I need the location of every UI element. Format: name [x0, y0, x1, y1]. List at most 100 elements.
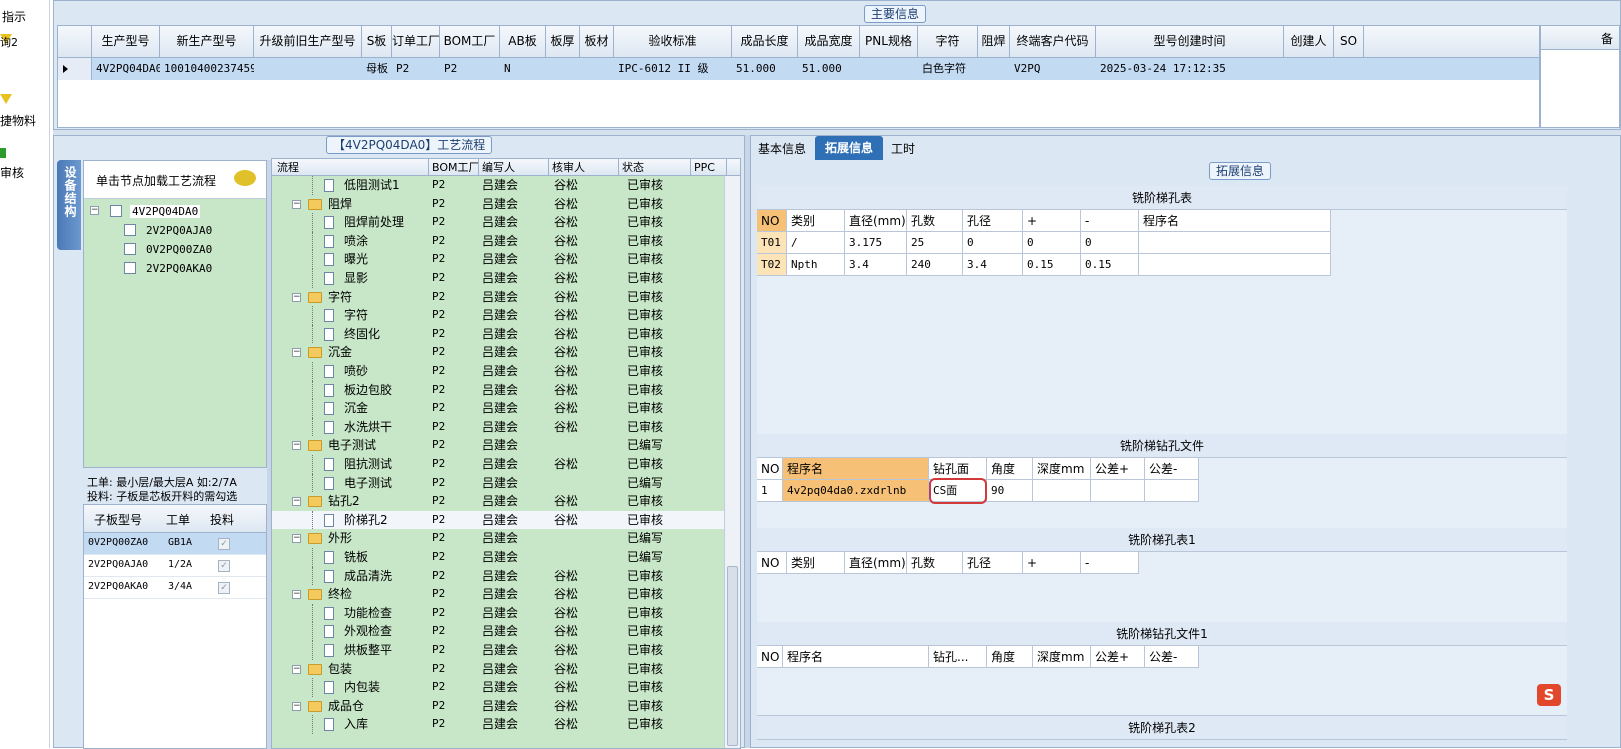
flow-column-header[interactable]: 流程 [274, 159, 429, 176]
collapse-icon[interactable]: − [292, 590, 301, 600]
tab-basic-info[interactable]: 基本信息 [751, 138, 813, 160]
table-cell[interactable] [1091, 480, 1145, 502]
table-column-header[interactable]: 程序名 [783, 458, 929, 480]
column-header[interactable]: 字符 [918, 26, 978, 57]
flow-row[interactable]: 外观检查 P2 吕建会 谷松 已审核 [272, 622, 724, 641]
table-column-header[interactable]: 类别 [787, 552, 845, 574]
grid-cell[interactable] [546, 58, 580, 80]
table-cell[interactable] [1139, 232, 1331, 254]
tree-child[interactable]: 2V2PQ0AKA0 [112, 260, 252, 278]
flow-row[interactable]: 烘板整平 P2 吕建会 谷松 已审核 [272, 641, 724, 660]
column-header[interactable]: 订单工厂 [392, 26, 440, 57]
grid-cell[interactable]: 10010400237459 [160, 58, 254, 80]
launcher-item-review[interactable]: 审核 [0, 148, 50, 182]
tab-extended-info[interactable]: 拓展信息 [815, 136, 883, 160]
flow-row[interactable]: 水洗烘干 P2 吕建会 谷松 已审核 [272, 417, 724, 437]
sub-table-row[interactable]: 0V2PQ00ZA0 GB1A ✓ [84, 533, 266, 555]
flow-row[interactable]: 曝光 P2 吕建会 谷松 已审核 [272, 250, 724, 269]
flow-column-header[interactable]: PPC [691, 159, 727, 176]
table-cell[interactable]: 0.15 [1023, 254, 1081, 276]
table-cell[interactable] [1033, 480, 1091, 502]
flow-row[interactable]: 电子测试 P2 吕建会 已编写 [272, 473, 724, 493]
grid-cell[interactable]: 4V2PQ04DA0 [92, 58, 160, 80]
flow-row[interactable]: − 阻焊 P2 吕建会 谷松 已审核 [272, 195, 724, 214]
column-header[interactable]: 生产型号 [92, 26, 160, 57]
tab-work-hours[interactable]: 工时 [885, 138, 921, 160]
table-column-header[interactable]: 深度mm [1033, 646, 1091, 668]
flow-column-header[interactable]: 状态 [619, 159, 691, 176]
flow-row[interactable]: 喷涂 P2 吕建会 谷松 已审核 [272, 231, 724, 251]
table-cell[interactable]: 1 [757, 480, 783, 502]
grid-cell[interactable] [1284, 58, 1334, 80]
collapse-icon[interactable]: − [292, 664, 301, 674]
launcher-item-material[interactable]: 捷物料 [0, 94, 50, 128]
column-header[interactable]: 成品长度 [732, 26, 798, 57]
table-column-header[interactable]: 直径(mm) [845, 552, 907, 574]
table-column-header[interactable]: 深度mm [1033, 458, 1091, 480]
grid-cell[interactable]: IPC-6012 II 级 [614, 58, 732, 80]
collapse-icon[interactable]: − [292, 701, 301, 711]
grid-cell[interactable]: V2PQ [1010, 58, 1096, 80]
table-column-header[interactable]: 角度 [987, 458, 1033, 480]
table-column-header[interactable]: + [1023, 552, 1081, 574]
column-header[interactable]: S板 [362, 26, 392, 57]
sub-table-row[interactable]: 2V2PQ0AJA0 1/2A ✓ [84, 555, 266, 577]
flow-row[interactable]: 入库 P2 吕建会 谷松 已审核 [272, 715, 724, 734]
tree-child[interactable]: 0V2PQ00ZA0 [112, 241, 252, 259]
table-column-header[interactable]: 公差+ [1091, 646, 1145, 668]
grid-cell[interactable]: P2 [440, 58, 500, 80]
table-cell[interactable]: 4v2pq04da0.zxdrlnb [783, 480, 929, 502]
column-header[interactable]: AB板 [500, 26, 546, 57]
column-header[interactable]: 终端客户代码 [1010, 26, 1096, 57]
flow-row[interactable]: 沉金 P2 吕建会 谷松 已审核 [272, 399, 724, 418]
grid-cell[interactable] [1334, 58, 1364, 80]
table-cell[interactable]: T02 [757, 254, 787, 276]
table-cell[interactable]: 240 [907, 254, 963, 276]
grid-cell[interactable]: 51.000 [798, 58, 860, 80]
table-column-header[interactable]: 钻孔... [929, 646, 987, 668]
table-cell[interactable]: 3.175 [845, 232, 907, 254]
grid-cell[interactable] [978, 58, 1010, 80]
flow-row[interactable]: − 成品仓 P2 吕建会 谷松 已审核 [272, 697, 724, 716]
table-column-header[interactable]: + [1023, 210, 1081, 232]
grid-cell[interactable]: N [500, 58, 546, 80]
table-cell[interactable]: 0 [1081, 232, 1139, 254]
table-cell[interactable]: 90 [987, 480, 1033, 502]
flow-row[interactable]: − 字符 P2 吕建会 谷松 已审核 [272, 288, 724, 307]
flow-row[interactable]: − 钻孔2 P2 吕建会 谷松 已审核 [272, 492, 724, 511]
flow-column-header[interactable]: BOM工厂 [429, 159, 479, 176]
grid-cell[interactable]: 2025-03-24 17:12:35 [1096, 58, 1284, 80]
column-header[interactable]: 新生产型号 [160, 26, 254, 57]
table-column-header[interactable]: 类别 [787, 210, 845, 232]
flow-row[interactable]: 阻抗测试 P2 吕建会 谷松 已审核 [272, 455, 724, 474]
flow-row[interactable]: 成品清洗 P2 吕建会 谷松 已审核 [272, 566, 724, 586]
table-cell[interactable]: 3.4 [963, 254, 1023, 276]
sub-table-row[interactable]: 2V2PQ0AKA0 3/4A ✓ [84, 577, 266, 599]
table-column-header[interactable]: 孔径 [963, 210, 1023, 232]
flow-row[interactable]: 字符 P2 吕建会 谷松 已审核 [272, 306, 724, 325]
flow-row[interactable]: − 外形 P2 吕建会 已编写 [272, 529, 724, 548]
grid-cell[interactable]: 51.000 [732, 58, 798, 80]
flow-row[interactable]: 显影 P2 吕建会 谷松 已审核 [272, 269, 724, 288]
table-column-header[interactable]: NO [757, 458, 783, 480]
table-column-header[interactable]: NO [757, 646, 783, 668]
table-cell[interactable]: Npth [787, 254, 845, 276]
collapse-icon[interactable]: − [292, 199, 301, 209]
flow-scrollbar[interactable] [724, 176, 740, 748]
launcher-item-indicate[interactable]: 指示 [0, 8, 50, 26]
table-column-header[interactable]: 程序名 [1139, 210, 1331, 232]
table-column-header[interactable]: - [1081, 210, 1139, 232]
flow-row[interactable]: − 电子测试 P2 吕建会 已编写 [272, 436, 724, 455]
collapse-icon[interactable]: − [292, 292, 301, 302]
table-cell[interactable] [1145, 480, 1199, 502]
table-column-header[interactable]: 孔数 [907, 210, 963, 232]
grid-cell[interactable] [254, 58, 362, 80]
table-column-header[interactable]: 公差+ [1091, 458, 1145, 480]
table-cell[interactable]: / [787, 232, 845, 254]
flow-row[interactable]: 功能检查 P2 吕建会 谷松 已审核 [272, 603, 724, 623]
feed-checkbox[interactable]: ✓ [218, 538, 230, 550]
launcher-item-query[interactable]: 询2 [0, 34, 50, 56]
grid-cell[interactable]: P2 [392, 58, 440, 80]
collapse-icon[interactable]: − [90, 206, 99, 215]
flow-row[interactable]: 阶梯孔2 P2 吕建会 谷松 已审核 [272, 510, 724, 530]
